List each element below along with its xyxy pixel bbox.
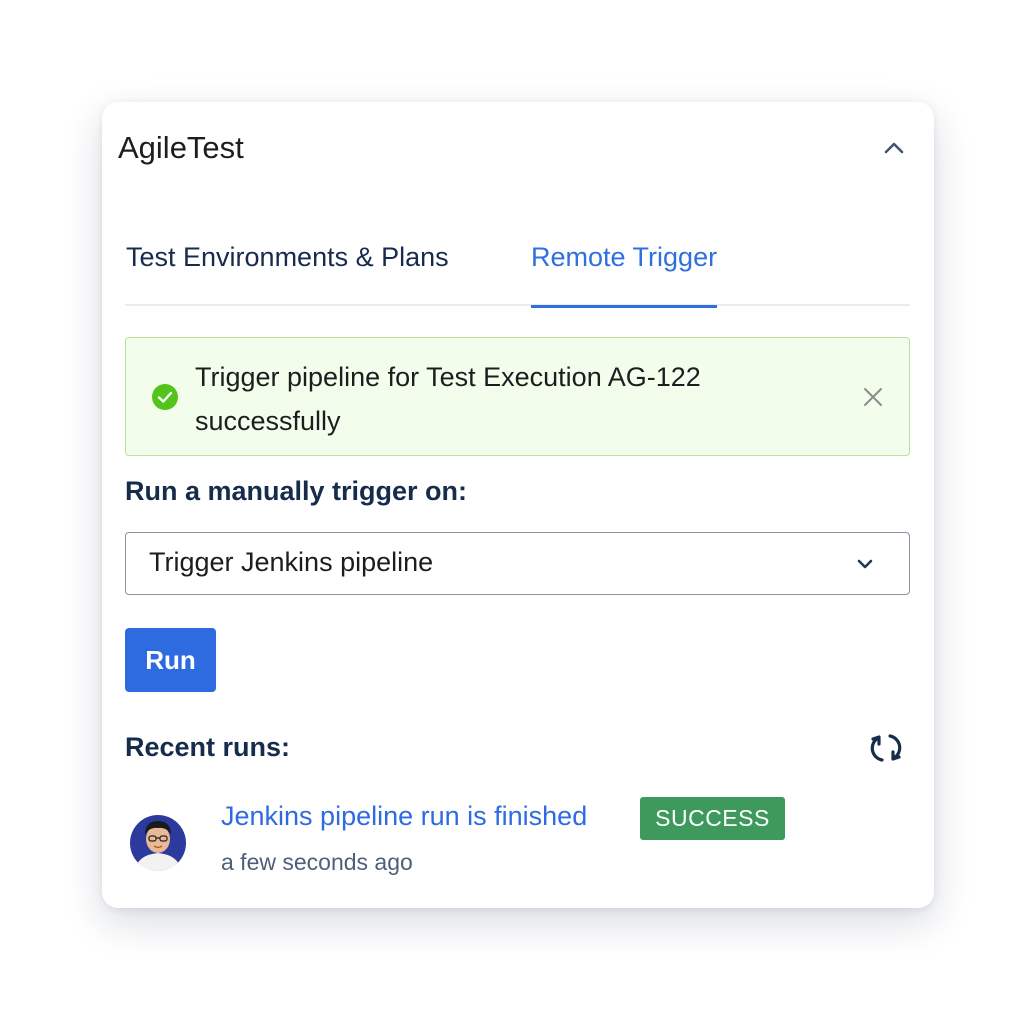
tab-test-environments-plans[interactable]: Test Environments & Plans [126, 242, 449, 304]
active-tab-indicator [531, 305, 718, 308]
tab-label: Test Environments & Plans [126, 242, 449, 272]
success-alert: Trigger pipeline for Test Execution AG-1… [125, 337, 910, 456]
status-badge: SUCCESS [640, 797, 785, 840]
recent-runs-label: Recent runs: [125, 732, 291, 762]
user-avatar-image [127, 809, 189, 871]
trigger-select-value: Trigger Jenkins pipeline [149, 547, 434, 577]
tab-remote-trigger[interactable]: Remote Trigger [531, 242, 718, 308]
chevron-down-icon [857, 559, 873, 569]
trigger-select[interactable]: Trigger Jenkins pipeline [125, 532, 910, 595]
alert-close-button[interactable] [858, 382, 888, 412]
panel-title: AgileTest [118, 130, 244, 165]
trigger-label: Run a manually trigger on: [125, 476, 468, 506]
close-icon [864, 388, 882, 406]
tab-bar: Test Environments & Plans Remote Trigger [125, 238, 910, 308]
tab-label: Remote Trigger [531, 242, 718, 272]
chevron-up-icon [884, 142, 904, 154]
avatar [127, 809, 189, 871]
run-title-link[interactable]: Jenkins pipeline run is finished [221, 801, 587, 832]
run-button[interactable]: Run [125, 628, 216, 692]
run-timestamp: a few seconds ago [221, 849, 413, 875]
collapse-button[interactable] [878, 132, 910, 164]
refresh-icon [870, 734, 902, 762]
agiletest-panel: AgileTest Test Environments & Plans Remo… [102, 102, 934, 908]
check-circle-icon [152, 384, 178, 410]
alert-message: Trigger pipeline for Test Execution AG-1… [195, 362, 701, 436]
refresh-button[interactable] [866, 728, 906, 768]
